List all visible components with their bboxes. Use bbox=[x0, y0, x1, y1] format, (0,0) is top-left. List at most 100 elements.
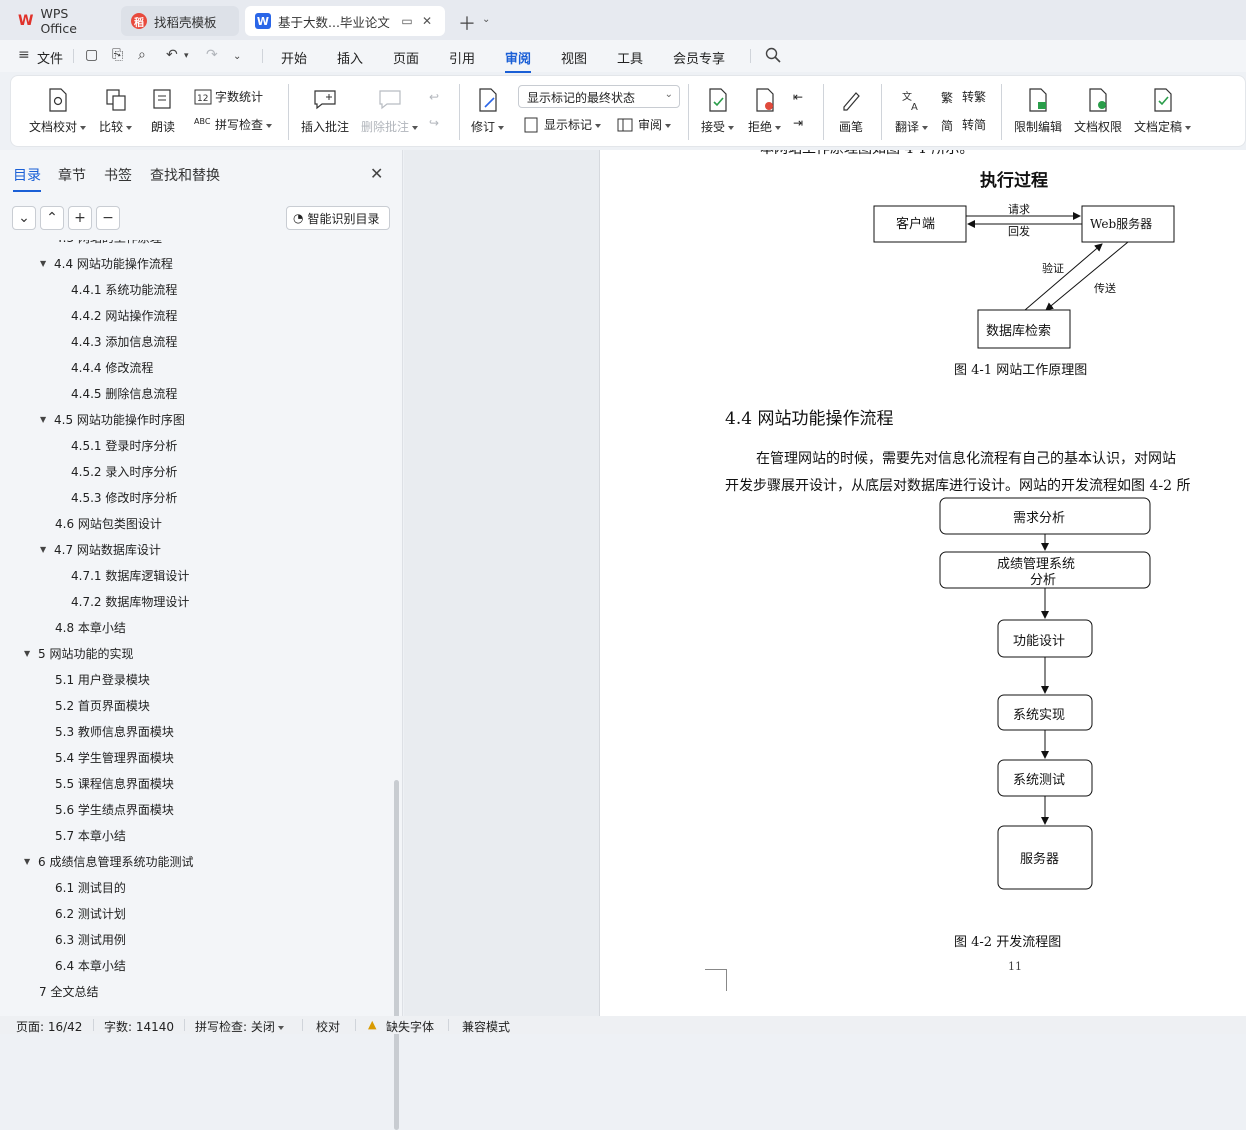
toc-item[interactable]: 5.6 学生绩点界面模块 bbox=[55, 796, 174, 822]
search-icon[interactable] bbox=[765, 47, 781, 63]
hamburger-icon[interactable]: ≡ bbox=[18, 47, 30, 63]
toc-item[interactable]: 4.6 网站包类图设计 bbox=[55, 510, 162, 536]
menu-view[interactable]: 视图 bbox=[561, 48, 587, 67]
add-heading-icon[interactable]: + bbox=[68, 206, 92, 230]
expand-triangle-icon[interactable]: ▼ bbox=[24, 857, 38, 866]
to-traditional-button[interactable]: 繁 转繁 bbox=[941, 88, 986, 105]
toc-item[interactable]: 4.5.3 修改时序分析 bbox=[71, 484, 177, 510]
reject-button[interactable]: 拒绝 bbox=[748, 86, 781, 135]
word-count-status[interactable]: 字数: 14140 bbox=[104, 1018, 174, 1035]
accept-button[interactable]: 接受 bbox=[701, 86, 734, 135]
expand-down-icon[interactable]: ⌄ bbox=[12, 206, 36, 230]
doc-proof-button[interactable]: 文档校对 bbox=[29, 86, 86, 135]
delete-comment-button[interactable]: 删除批注 bbox=[361, 86, 418, 135]
read-aloud-button[interactable]: 朗读 bbox=[151, 86, 175, 135]
next-change-icon[interactable]: ⇥ bbox=[793, 116, 803, 130]
toc-item[interactable]: 4.4.5 删除信息流程 bbox=[71, 380, 177, 406]
tab-bookmarks[interactable]: 书签 bbox=[104, 165, 132, 185]
toc-item[interactable]: 4.3 网站的工作原理 bbox=[55, 240, 162, 250]
show-markup-button[interactable]: 显示标记 bbox=[523, 116, 601, 133]
to-simplified-button[interactable]: 简 转简 bbox=[941, 116, 986, 133]
menu-file[interactable]: 文件 bbox=[37, 48, 63, 67]
tab-chapters[interactable]: 章节 bbox=[58, 165, 86, 185]
toc-item[interactable]: 5.2 首页界面模块 bbox=[55, 692, 150, 718]
document-page[interactable]: 本网站工作原理图如图 4-1 所示。 执行过程 客户端 Web服务器 数据库检索… bbox=[599, 150, 1246, 1016]
proof-status[interactable]: 校对 bbox=[316, 1018, 340, 1035]
toc-item[interactable]: ▼ 4.4 网站功能操作流程 bbox=[40, 250, 173, 276]
prev-comment-icon[interactable]: ↩ bbox=[429, 90, 439, 104]
markup-state-select[interactable]: 显示标记的最终状态 ⌄ bbox=[518, 85, 680, 108]
next-comment-icon[interactable]: ↪ bbox=[429, 116, 439, 130]
smart-toc-button[interactable]: ◔ 智能识别目录 bbox=[286, 206, 390, 230]
toc-item[interactable]: ▼ 5 网站功能的实现 bbox=[24, 640, 133, 666]
toc-item[interactable]: 4.5.1 登录时序分析 bbox=[71, 432, 177, 458]
toc-scrollbar[interactable] bbox=[394, 780, 399, 1130]
doc-permission-button[interactable]: 文档权限 bbox=[1074, 86, 1122, 135]
toc-item[interactable]: 4.5.2 录入时序分析 bbox=[71, 458, 177, 484]
toc-item[interactable]: 4.7.2 数据库物理设计 bbox=[71, 588, 189, 614]
spell-check-button[interactable]: ABC 拼写检查 bbox=[194, 116, 272, 133]
tab-find-replace[interactable]: 查找和替换 bbox=[150, 165, 220, 185]
expand-triangle-icon[interactable]: ▼ bbox=[40, 545, 54, 554]
toc-item[interactable]: ▼ 4.7 网站数据库设计 bbox=[40, 536, 161, 562]
undo-icon[interactable]: ↶ bbox=[166, 47, 178, 63]
print-preview-icon[interactable]: ⌕ bbox=[138, 47, 146, 63]
compare-button[interactable]: 比较 bbox=[99, 86, 132, 135]
tab-daoke-templates[interactable]: 稻 找稻壳模板 bbox=[121, 6, 239, 36]
expand-triangle-icon[interactable]: ▼ bbox=[40, 415, 54, 424]
toc-item[interactable]: 4.4.1 系统功能流程 bbox=[71, 276, 177, 302]
missing-font-status[interactable]: 缺失字体 bbox=[386, 1018, 434, 1035]
toc-item[interactable]: 4.4.4 修改流程 bbox=[71, 354, 153, 380]
close-tab-icon[interactable]: ✕ bbox=[419, 14, 435, 28]
tab-toc[interactable]: 目录 bbox=[13, 165, 41, 192]
page-indicator[interactable]: 页面: 16/42 bbox=[16, 1018, 82, 1035]
toc-item[interactable]: 5.5 课程信息界面模块 bbox=[55, 770, 174, 796]
tab-list-chevron-icon[interactable]: ⌄ bbox=[482, 14, 490, 25]
tab-popout-icon[interactable]: ▭ bbox=[399, 14, 415, 28]
menu-reference[interactable]: 引用 bbox=[449, 48, 475, 67]
toc-item[interactable]: 5.4 学生管理界面模块 bbox=[55, 744, 174, 770]
menu-start[interactable]: 开始 bbox=[281, 48, 307, 67]
spell-check-status[interactable]: 拼写检查: 关闭 bbox=[195, 1018, 284, 1035]
menu-tools[interactable]: 工具 bbox=[617, 48, 643, 67]
menu-page[interactable]: 页面 bbox=[393, 48, 419, 67]
toc-item[interactable]: 6.2 测试计划 bbox=[55, 900, 126, 926]
expand-triangle-icon[interactable]: ▼ bbox=[24, 649, 38, 658]
toc-item[interactable]: 5.7 本章小结 bbox=[55, 822, 126, 848]
restrict-edit-button[interactable]: 限制编辑 bbox=[1014, 86, 1062, 135]
toc-item[interactable]: 6.4 本章小结 bbox=[55, 952, 126, 978]
tab-wps-office[interactable]: W WPS Office bbox=[8, 6, 116, 36]
undo-dropdown-icon[interactable]: ▾ bbox=[184, 51, 189, 61]
menu-member[interactable]: 会员专享 bbox=[673, 48, 725, 67]
remove-heading-icon[interactable]: − bbox=[96, 206, 120, 230]
translate-button[interactable]: 文A 翻译 bbox=[895, 86, 928, 135]
menu-review[interactable]: 审阅 bbox=[505, 48, 532, 73]
collapse-up-icon[interactable]: ⌃ bbox=[40, 206, 64, 230]
share-icon[interactable]: ⎘ bbox=[112, 47, 123, 63]
menu-insert[interactable]: 插入 bbox=[337, 48, 363, 67]
toc-item[interactable]: 4.4.2 网站操作流程 bbox=[71, 302, 177, 328]
new-tab-button[interactable]: ＋ bbox=[458, 10, 476, 36]
toc-item[interactable]: ▼ 6 成绩信息管理系统功能测试 bbox=[24, 848, 193, 874]
save-icon[interactable]: ▢ bbox=[85, 47, 98, 63]
doc-finalize-button[interactable]: 文档定稿 bbox=[1134, 86, 1191, 135]
toc-item[interactable]: ▼ 4.5 网站功能操作时序图 bbox=[40, 406, 185, 432]
toc-item[interactable]: 6.3 测试用例 bbox=[55, 926, 126, 952]
tab-current-document[interactable]: W 基于大数...毕业论文 ▭ ✕ bbox=[245, 6, 445, 36]
toc-item[interactable]: 4.7.1 数据库逻辑设计 bbox=[71, 562, 189, 588]
more-chevron-icon[interactable]: ⌄ bbox=[233, 51, 241, 62]
toc-item[interactable]: 7 全文总结 bbox=[39, 978, 98, 1004]
close-icon[interactable]: ✕ bbox=[370, 164, 383, 183]
toc-item[interactable]: 6.1 测试目的 bbox=[55, 874, 126, 900]
toc-item[interactable]: 4.4.3 添加信息流程 bbox=[71, 328, 177, 354]
toc-item[interactable]: 4.8 本章小结 bbox=[55, 614, 126, 640]
toc-item[interactable]: 5.1 用户登录模块 bbox=[55, 666, 150, 692]
expand-triangle-icon[interactable]: ▼ bbox=[40, 259, 54, 268]
review-pane-button[interactable]: 审阅 bbox=[617, 116, 671, 133]
toc-item[interactable]: 5.3 教师信息界面模块 bbox=[55, 718, 174, 744]
pen-button[interactable]: 画笔 bbox=[839, 86, 863, 135]
prev-change-icon[interactable]: ⇤ bbox=[793, 90, 803, 104]
track-changes-button[interactable]: 修订 bbox=[471, 86, 504, 135]
word-count-button[interactable]: 12 字数统计 bbox=[194, 88, 263, 105]
insert-comment-button[interactable]: 插入批注 bbox=[301, 86, 349, 135]
